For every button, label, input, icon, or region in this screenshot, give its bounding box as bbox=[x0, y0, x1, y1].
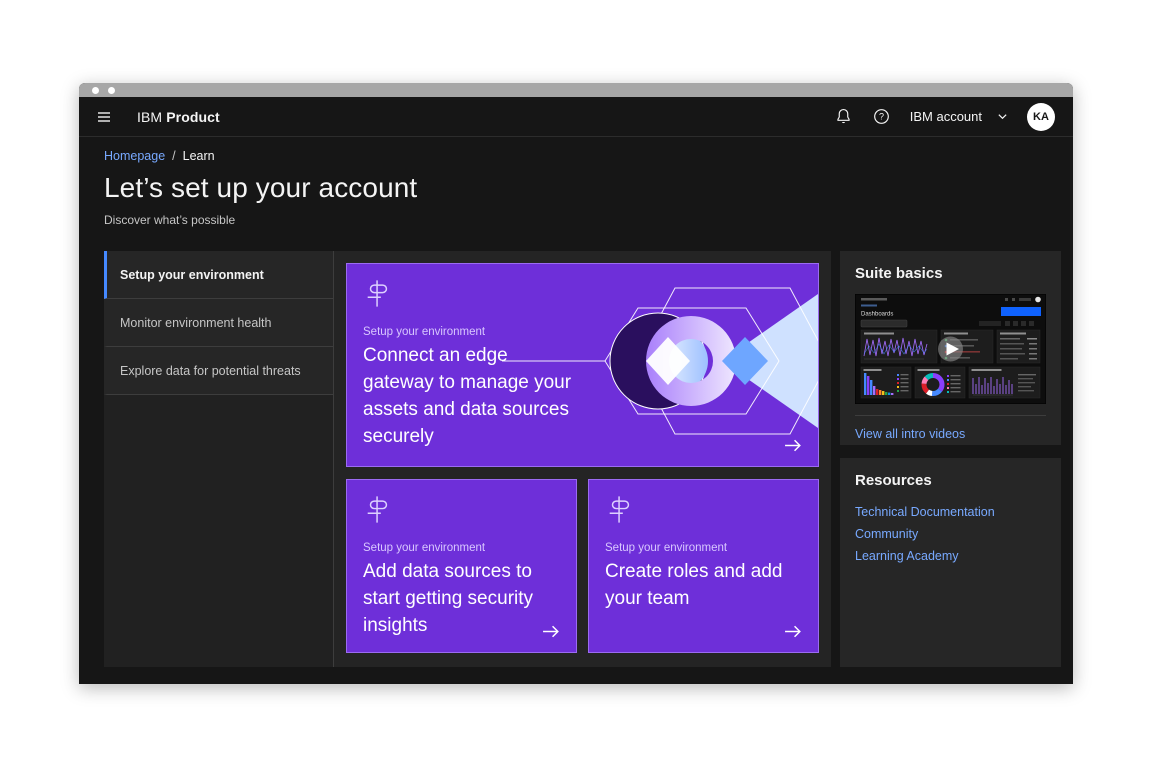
brand-prefix: IBM bbox=[137, 109, 162, 125]
notifications-button[interactable] bbox=[828, 101, 860, 133]
window-control-dot[interactable] bbox=[92, 87, 99, 94]
arrow-right-icon bbox=[784, 438, 803, 453]
content-layout: Setup your environment Monitor environme… bbox=[104, 251, 1049, 667]
card-connect-edge-gateway[interactable]: Setup your environment Connect an edge g… bbox=[346, 263, 819, 467]
card-title: Add data sources to start getting securi… bbox=[363, 559, 560, 640]
page-subtitle: Discover what’s possible bbox=[104, 213, 1049, 227]
signpost-icon bbox=[363, 493, 393, 526]
bell-icon bbox=[835, 108, 852, 125]
breadcrumb-current: Learn bbox=[183, 149, 215, 163]
right-sidebar: Suite basics Dashboards bbox=[840, 251, 1061, 667]
question-icon: ? bbox=[873, 108, 890, 125]
small-cards-row: Setup your environment Add data sources … bbox=[346, 479, 819, 653]
menu-button[interactable] bbox=[92, 105, 116, 129]
card-add-data-sources[interactable]: Setup your environment Add data sources … bbox=[346, 479, 577, 653]
learn-panel: Setup your environment Monitor environme… bbox=[104, 251, 831, 667]
app-header: IBMProduct ? IBM account KA bbox=[79, 97, 1073, 137]
signpost-icon bbox=[605, 493, 635, 526]
suite-basics-title: Suite basics bbox=[855, 265, 1046, 282]
tab-monitor-health[interactable]: Monitor environment health bbox=[104, 299, 333, 347]
suite-basics-card: Suite basics Dashboards bbox=[840, 251, 1061, 445]
card-create-roles[interactable]: Setup your environment Create roles and … bbox=[588, 479, 819, 653]
vertical-tab-list: Setup your environment Monitor environme… bbox=[104, 251, 334, 667]
app-brand: IBMProduct bbox=[137, 109, 220, 125]
tab-explore-threats[interactable]: Explore data for potential threats bbox=[104, 347, 333, 395]
card-eyebrow: Setup your environment bbox=[363, 326, 802, 338]
arrow-right-icon bbox=[784, 624, 803, 639]
dashboard-video-preview: Dashboards bbox=[855, 294, 1046, 404]
card-title: Create roles and add your team bbox=[605, 559, 802, 613]
browser-window: IBMProduct ? IBM account KA bbox=[79, 83, 1073, 684]
signpost-icon bbox=[363, 277, 393, 310]
resources-title: Resources bbox=[855, 472, 1046, 489]
community-link[interactable]: Community bbox=[855, 527, 1046, 541]
tab-label: Setup your environment bbox=[120, 268, 264, 282]
view-all-intro-videos-link[interactable]: View all intro videos bbox=[855, 416, 1046, 453]
card-eyebrow: Setup your environment bbox=[605, 542, 802, 554]
page-content: Homepage / Learn Let’s set up your accou… bbox=[79, 137, 1073, 667]
card-title: Connect an edge gateway to manage your a… bbox=[363, 343, 583, 451]
account-menu-button[interactable]: IBM account bbox=[910, 109, 1008, 124]
learning-academy-link[interactable]: Learning Academy bbox=[855, 549, 1046, 563]
arrow-right-icon bbox=[542, 624, 561, 639]
tab-label: Explore data for potential threats bbox=[120, 364, 301, 378]
intro-video-thumbnail[interactable]: Dashboards bbox=[855, 294, 1046, 404]
window-titlebar[interactable] bbox=[79, 83, 1073, 97]
card-eyebrow: Setup your environment bbox=[363, 542, 560, 554]
menu-icon bbox=[96, 109, 112, 125]
resources-links: Technical Documentation Community Learni… bbox=[855, 505, 1046, 563]
brand-product: Product bbox=[166, 109, 220, 125]
chevron-down-icon bbox=[997, 111, 1008, 122]
account-label: IBM account bbox=[910, 109, 982, 124]
breadcrumb-separator: / bbox=[172, 149, 175, 163]
cards-area: Setup your environment Connect an edge g… bbox=[334, 251, 831, 667]
tab-setup-environment[interactable]: Setup your environment bbox=[104, 251, 333, 299]
tab-label: Monitor environment health bbox=[120, 316, 271, 330]
window-control-dot[interactable] bbox=[108, 87, 115, 94]
question-glyph: ? bbox=[879, 112, 884, 122]
breadcrumb-homepage-link[interactable]: Homepage bbox=[104, 149, 165, 163]
resources-card: Resources Technical Documentation Commun… bbox=[840, 458, 1061, 667]
desktop-background: IBMProduct ? IBM account KA bbox=[0, 0, 1152, 767]
video-dashboard-title: Dashboards bbox=[861, 312, 893, 318]
technical-documentation-link[interactable]: Technical Documentation bbox=[855, 505, 1046, 519]
breadcrumb: Homepage / Learn bbox=[104, 149, 1049, 163]
page-title: Let’s set up your account bbox=[104, 172, 1049, 204]
avatar[interactable]: KA bbox=[1027, 103, 1055, 131]
help-button[interactable]: ? bbox=[866, 101, 898, 133]
